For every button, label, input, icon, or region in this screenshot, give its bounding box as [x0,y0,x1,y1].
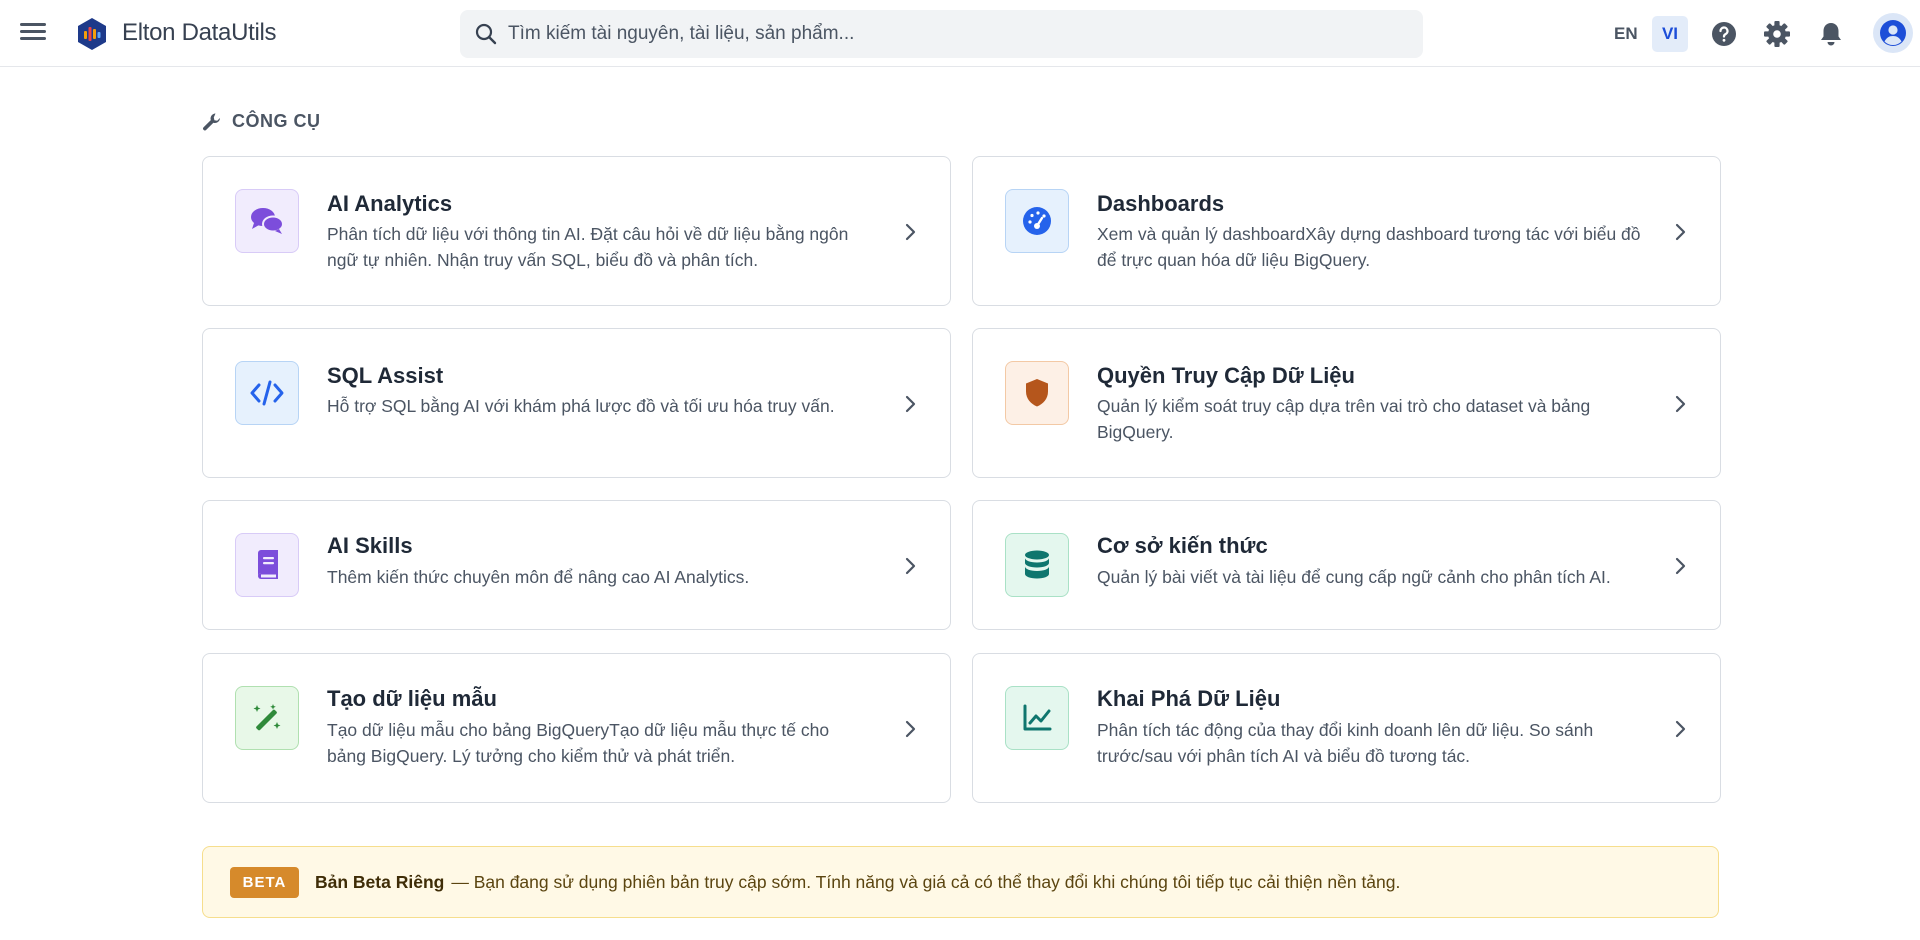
line-chart-icon [1023,704,1052,731]
bell-icon[interactable] [1817,20,1845,48]
card-icon-box [235,686,299,750]
lang-vi-button[interactable]: VI [1652,16,1688,52]
card-icon-box [235,361,299,425]
chevron-right-icon [905,223,916,241]
card-sql-assist[interactable]: SQL Assist Hỗ trợ SQL bằng AI với khám p… [202,328,951,478]
beta-banner: BETA Bản Beta Riêng — Bạn đang sử dụng p… [202,846,1719,918]
card-icon-box [1005,533,1069,597]
card-description: Quản lý kiểm soát truy cập dựa trên vai … [1097,396,1591,442]
beta-title: Bản Beta Riêng [315,871,445,892]
card-description: Xem và quản lý dashboardXây dựng dashboa… [1097,224,1641,270]
beta-badge: BETA [230,866,299,898]
card-description: Hỗ trợ SQL bằng AI với khám phá lược đồ … [327,396,835,416]
card-data-exploration[interactable]: Khai Phá Dữ Liệu Phân tích tác động của … [972,653,1721,803]
card-icon-box [1005,686,1069,750]
chevron-right-icon [905,720,916,738]
card-description: Thêm kiến thức chuyên môn để nâng cao AI… [327,567,750,587]
card-title: Quyền Truy Cập Dữ Liệu [1097,363,1355,388]
card-description: Phân tích dữ liệu với thông tin AI. Đặt … [327,224,849,270]
card-title: Khai Phá Dữ Liệu [1097,686,1281,711]
chevron-right-icon [1675,720,1686,738]
card-title: AI Skills [327,533,413,558]
chevron-right-icon [905,395,916,413]
card-dashboards[interactable]: Dashboards Xem và quản lý dashboardXây d… [972,156,1721,306]
search-icon [475,23,497,45]
beta-text: — Bạn đang sử dụng phiên bản truy cập sớ… [451,871,1401,892]
gauge-icon [1023,207,1051,235]
wrench-icon [203,113,220,130]
search-bar[interactable] [460,10,1423,58]
chevron-right-icon [1675,223,1686,241]
top-bar: Elton DataUtils EN VI [0,0,1920,67]
card-data-access[interactable]: Quyền Truy Cập Dữ Liệu Quản lý kiểm soát… [972,328,1721,478]
card-description: Tạo dữ liệu mẫu cho bảng BigQueryTạo dữ … [327,720,830,766]
chevron-right-icon [1675,395,1686,413]
card-ai-analytics[interactable]: AI Analytics Phân tích dữ liệu với thông… [202,156,951,306]
card-title: Dashboards [1097,191,1225,216]
user-avatar[interactable] [1873,13,1913,53]
app-logo-icon[interactable] [75,17,109,51]
help-icon[interactable] [1710,20,1738,48]
book-icon [258,550,278,579]
app-title[interactable]: Elton DataUtils [122,19,277,47]
card-icon-box [1005,361,1069,425]
card-knowledge-base[interactable]: Cơ sở kiến thức Quản lý bài viết và tài … [972,500,1721,630]
section-header: CÔNG CỤ [202,111,321,132]
card-title: SQL Assist [327,363,444,388]
card-icon-box [235,533,299,597]
card-title: Cơ sở kiến thức [1097,533,1268,558]
card-title: AI Analytics [327,191,453,216]
user-icon [1880,20,1906,46]
chevron-right-icon [1675,557,1686,575]
gear-icon[interactable] [1763,20,1791,48]
section-title: CÔNG CỤ [232,111,321,131]
card-ai-skills[interactable]: AI Skills Thêm kiến thức chuyên môn để n… [202,500,951,630]
hamburger-menu-icon[interactable] [20,20,46,46]
card-icon-box [1005,189,1069,253]
lang-en-button[interactable]: EN [1614,24,1638,44]
card-title: Tạo dữ liệu mẫu [327,686,497,711]
chat-bubbles-icon [251,208,284,234]
code-icon [250,380,284,406]
card-description: Quản lý bài viết và tài liệu để cung cấp… [1097,567,1611,587]
database-icon [1025,550,1049,579]
shield-icon [1026,379,1048,407]
chevron-right-icon [905,557,916,575]
magic-wand-icon [253,704,281,731]
search-input[interactable] [508,10,1408,58]
card-icon-box [235,189,299,253]
card-description: Phân tích tác động của thay đổi kinh doa… [1097,720,1594,766]
card-sample-data[interactable]: Tạo dữ liệu mẫu Tạo dữ liệu mẫu cho bảng… [202,653,951,803]
